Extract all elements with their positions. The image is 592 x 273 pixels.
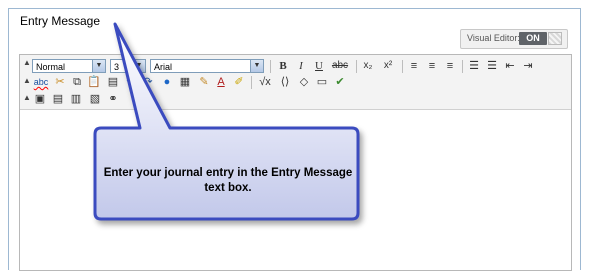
callout-text: Enter your journal entry in the Entry Me… [103, 167, 353, 194]
callout-graphic [93, 22, 360, 221]
